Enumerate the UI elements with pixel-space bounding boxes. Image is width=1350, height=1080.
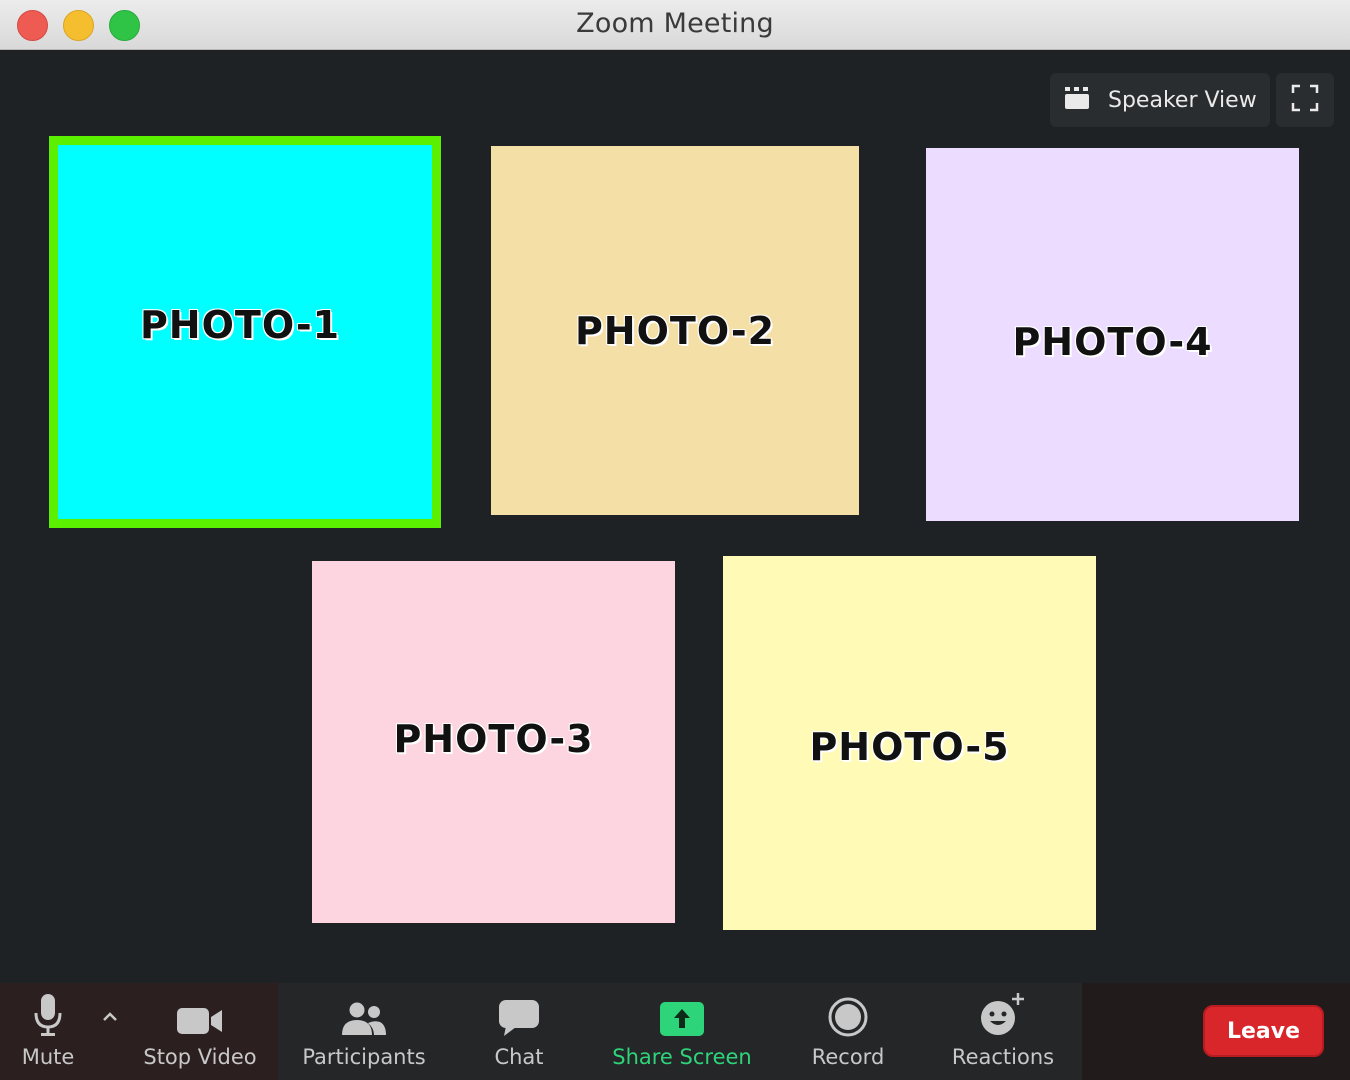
window-titlebar: Zoom Meeting (0, 0, 1350, 50)
stop-video-button[interactable]: Stop Video (135, 983, 265, 1080)
share-screen-icon (659, 1001, 705, 1041)
share-screen-button[interactable]: Share Screen (606, 983, 758, 1080)
participant-name: PHOTO-2 (574, 308, 776, 353)
stop-video-label: Stop Video (143, 1045, 257, 1069)
speaker-view-button[interactable]: Speaker View (1050, 73, 1270, 127)
participants-label: Participants (302, 1045, 426, 1069)
video-tile[interactable]: PHOTO-5 (723, 556, 1096, 930)
smiley-add-icon (980, 991, 1026, 1041)
participant-name: PHOTO-4 (1012, 319, 1213, 364)
reactions-label: Reactions (951, 1045, 1055, 1069)
share-screen-label: Share Screen (612, 1045, 752, 1069)
record-icon (828, 997, 868, 1041)
people-icon (340, 1001, 388, 1041)
mute-label: Mute (21, 1045, 75, 1069)
participant-name: PHOTO-3 (393, 717, 594, 761)
meeting-toolbar: Mute Stop Video Participants Chat Share … (0, 983, 1350, 1080)
participant-name: PHOTO-5 (809, 725, 1010, 769)
chat-bubble-icon (498, 999, 540, 1041)
fullscreen-icon (1291, 84, 1319, 116)
record-button[interactable]: Record (800, 983, 896, 1080)
video-tile[interactable]: PHOTO-2 (491, 146, 859, 515)
video-camera-icon (176, 1005, 224, 1041)
speaker-view-label: Speaker View (1108, 87, 1257, 113)
chevron-up-icon (98, 1012, 122, 1032)
grid-icon (1064, 86, 1090, 114)
video-tile[interactable]: PHOTO-4 (926, 148, 1299, 521)
microphone-icon (33, 993, 63, 1041)
chat-label: Chat (494, 1045, 544, 1069)
audio-options-button[interactable] (98, 1004, 122, 1028)
fullscreen-button[interactable] (1276, 73, 1334, 127)
reactions-button[interactable]: Reactions (944, 983, 1062, 1080)
video-tile[interactable]: PHOTO-1 (49, 136, 441, 528)
participant-name: PHOTO-1 (139, 303, 341, 347)
video-tile[interactable]: PHOTO-3 (312, 561, 675, 923)
chat-button[interactable]: Chat (480, 983, 558, 1080)
record-label: Record (811, 1045, 885, 1069)
leave-button[interactable]: Leave (1203, 1005, 1324, 1057)
mute-button[interactable]: Mute (8, 983, 88, 1080)
window-title: Zoom Meeting (576, 8, 774, 39)
participants-button[interactable]: Participants (298, 983, 430, 1080)
